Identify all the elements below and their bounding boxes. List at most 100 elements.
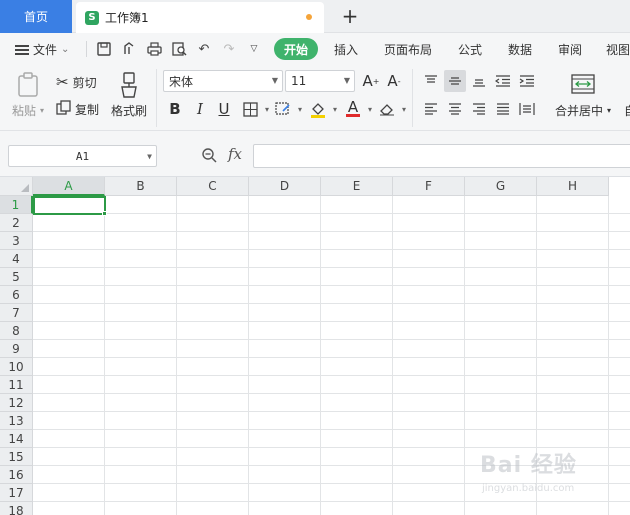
column-header-d[interactable]: D [249, 177, 321, 196]
gridline-vertical [104, 196, 105, 515]
customize-toolbar-icon[interactable]: ▽ [245, 40, 263, 58]
decrease-indent-icon[interactable] [492, 70, 514, 92]
column-header-h[interactable]: H [537, 177, 609, 196]
align-center-icon[interactable] [444, 98, 466, 120]
paste-button[interactable]: 粘贴 ▾ [12, 102, 44, 119]
zoom-formula-icon[interactable] [201, 147, 217, 167]
tab-review[interactable]: 审阅 [558, 41, 582, 58]
align-middle-icon[interactable] [444, 70, 466, 92]
formula-input[interactable] [253, 144, 630, 168]
merge-center-label: 合并居中 [555, 104, 604, 118]
print-preview-icon[interactable] [170, 40, 188, 58]
copy-label: 复制 [75, 102, 100, 117]
copy-icon [56, 100, 71, 118]
gridline-vertical [248, 196, 249, 515]
save-icon[interactable] [95, 40, 113, 58]
paste-icon[interactable] [15, 71, 41, 99]
row-header-7[interactable]: 7 [0, 304, 33, 322]
row-header-8[interactable]: 8 [0, 322, 33, 340]
caret-down-icon[interactable]: ▾ [394, 99, 414, 119]
row-header-5[interactable]: 5 [0, 268, 33, 286]
row-header-17[interactable]: 17 [0, 484, 33, 502]
tab-formulas[interactable]: 公式 [458, 41, 482, 58]
tab-home[interactable]: 首页 [0, 0, 72, 33]
column-header-b[interactable]: B [105, 177, 177, 196]
cut-button[interactable]: ✂ 剪切 [56, 73, 97, 91]
align-left-icon[interactable] [420, 98, 442, 120]
decrease-font-size-icon[interactable]: A- [384, 71, 404, 91]
format-painter-icon[interactable] [116, 71, 142, 99]
watermark-logo-text: Bai 经验 [480, 453, 577, 478]
row-header-10[interactable]: 10 [0, 358, 33, 376]
file-menu-label: 文件 [33, 43, 58, 57]
column-header-c[interactable]: C [177, 177, 249, 196]
tab-workbook[interactable]: S 工作簿1 [76, 2, 324, 33]
row-header-12[interactable]: 12 [0, 394, 33, 412]
row-header-16[interactable]: 16 [0, 466, 33, 484]
column-header-a[interactable]: A [33, 177, 105, 196]
row-header-4[interactable]: 4 [0, 250, 33, 268]
gridline-vertical [392, 196, 393, 515]
merge-center-button[interactable]: 合并居中 ▾ [555, 102, 611, 119]
increase-font-size-icon[interactable]: A + [361, 71, 381, 91]
workbook-title: 工作簿1 [105, 11, 149, 25]
font-name-value: 宋体 [169, 74, 194, 89]
row-header-18[interactable]: 18 [0, 502, 33, 515]
select-all-corner[interactable] [0, 177, 33, 196]
tab-page-layout[interactable]: 页面布局 [384, 41, 432, 58]
new-tab-button[interactable]: + [338, 3, 362, 29]
copy-button[interactable]: 复制 [56, 100, 99, 118]
gridline-horizontal [33, 357, 630, 358]
row-header-14[interactable]: 14 [0, 430, 33, 448]
row-header-11[interactable]: 11 [0, 376, 33, 394]
italic-icon[interactable]: I [190, 99, 210, 119]
justify-icon[interactable] [492, 98, 514, 120]
tab-data[interactable]: 数据 [508, 41, 532, 58]
cut-label: 剪切 [72, 75, 97, 90]
column-header-e[interactable]: E [321, 177, 393, 196]
caret-down-icon[interactable]: ▾ [325, 99, 345, 119]
redo-icon[interactable]: ↷ [220, 40, 238, 58]
underline-icon[interactable]: U [214, 99, 234, 119]
print-icon[interactable] [145, 40, 163, 58]
bold-icon[interactable]: B [165, 99, 185, 119]
row-header-3[interactable]: 3 [0, 232, 33, 250]
align-top-icon[interactable] [420, 70, 442, 92]
insert-function-icon[interactable]: fx [228, 145, 242, 163]
tab-start[interactable]: 开始 [274, 38, 319, 60]
tab-view[interactable]: 视图 [606, 41, 630, 58]
gridline-vertical [176, 196, 177, 515]
caret-down-icon[interactable]: ▾ [290, 99, 310, 119]
fill-handle[interactable] [102, 211, 107, 216]
row-header-1[interactable]: 1 [0, 196, 33, 214]
name-box[interactable]: A1 ▼ [8, 145, 157, 167]
tab-insert[interactable]: 插入 [334, 41, 358, 58]
row-header-15[interactable]: 15 [0, 448, 33, 466]
row-header-6[interactable]: 6 [0, 286, 33, 304]
row-header-13[interactable]: 13 [0, 412, 33, 430]
wrap-text-button-partial[interactable]: 自 [624, 102, 630, 119]
menu-bar: 文件 ⌄ ↶ ↷ ▽ 开始 插入 页面布局 公式 数据 审阅 视图 [0, 33, 630, 65]
active-cell-a1[interactable] [33, 196, 106, 215]
align-bottom-icon[interactable] [468, 70, 490, 92]
file-menu[interactable]: 文件 ⌄ [15, 41, 69, 58]
column-header-f[interactable]: F [393, 177, 465, 196]
undo-icon[interactable]: ↶ [195, 40, 213, 58]
distributed-align-icon[interactable] [516, 98, 538, 120]
font-name-select[interactable]: 宋体 ▼ [163, 70, 283, 92]
font-size-value: 11 [291, 74, 307, 88]
merge-center-icon[interactable] [570, 73, 596, 95]
hamburger-icon [15, 44, 29, 55]
increase-indent-icon[interactable] [516, 70, 538, 92]
formula-bar: A1 ▼ fx [0, 131, 630, 177]
row-header-2[interactable]: 2 [0, 214, 33, 232]
export-icon[interactable] [120, 40, 138, 58]
gridline-horizontal [33, 501, 630, 502]
gridline-horizontal [33, 411, 630, 412]
format-painter-label[interactable]: 格式刷 [111, 102, 147, 119]
font-size-select[interactable]: 11 ▼ [285, 70, 355, 92]
column-header-g[interactable]: G [465, 177, 537, 196]
gridline-horizontal [33, 285, 630, 286]
align-right-icon[interactable] [468, 98, 490, 120]
row-header-9[interactable]: 9 [0, 340, 33, 358]
